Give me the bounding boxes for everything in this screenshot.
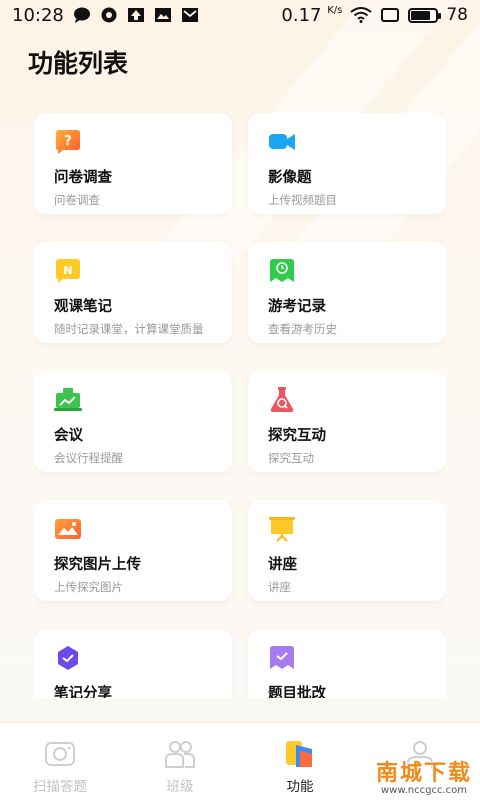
speed-unit: K/s xyxy=(327,4,343,16)
card-question-grading[interactable]: 题目批改 xyxy=(248,629,446,698)
status-time: 10:28 xyxy=(12,4,64,26)
image-icon xyxy=(55,519,81,539)
card-title: 会议 xyxy=(54,428,83,444)
video-camera-icon xyxy=(269,134,295,150)
speed-value: 0.17 xyxy=(281,4,322,26)
card-subtitle: 随时记录课堂，计算课堂质量 xyxy=(54,322,204,336)
page-title: 功能列表 xyxy=(28,49,129,78)
battery-icon xyxy=(408,7,442,23)
card-questionnaire[interactable]: ? 问卷调查 问卷调查 xyxy=(34,113,232,214)
function-grid: ? 问卷调查 问卷调查 影像题 上传视频题目 N 观课笔记 随时记录课堂，计算课… xyxy=(34,113,446,698)
battery-percent: 78 xyxy=(446,5,468,25)
chat-icon xyxy=(73,7,90,23)
card-video-question[interactable]: 影像题 上传视频题目 xyxy=(248,113,446,214)
card-subtitle: 探究互动 xyxy=(268,451,314,465)
status-bar: 10:28 0.17 K/s 78 xyxy=(0,0,480,30)
nav-item-class[interactable]: 班级 xyxy=(120,723,240,800)
card-notes-share[interactable]: 笔记分享 xyxy=(34,629,232,698)
nav-label: 功能 xyxy=(286,779,314,795)
card-title: 探究图片上传 xyxy=(54,557,141,573)
aperture-icon xyxy=(101,7,117,23)
card-title: 探究互动 xyxy=(268,428,326,444)
nav-item-scan-answer[interactable]: 扫描答题 xyxy=(0,723,120,800)
network-speed: 0.17 K/s xyxy=(281,5,342,26)
card-inquiry-image-upload[interactable]: 探究图片上传 上传探究图片 xyxy=(34,500,232,601)
image-notification-icon xyxy=(154,8,171,22)
card-subtitle: 查看游考历史 xyxy=(268,322,337,336)
card-title: 讲座 xyxy=(268,557,297,573)
card-title: 观课笔记 xyxy=(54,299,112,315)
watermark-url: www.nccgcc.com xyxy=(380,785,467,796)
svg-text:?: ? xyxy=(64,134,72,149)
card-title: 题目批改 xyxy=(268,686,326,698)
card-subtitle: 讲座 xyxy=(268,580,291,594)
presentation-board-icon xyxy=(269,517,295,542)
flask-icon xyxy=(270,387,294,412)
card-subtitle: 上传探究图片 xyxy=(54,580,123,594)
share-notes-icon xyxy=(58,646,78,670)
people-icon xyxy=(165,741,195,768)
watermark: 南城下载 www.nccgcc.com xyxy=(376,755,472,796)
nav-label: 班级 xyxy=(166,779,194,795)
nav-label: 扫描答题 xyxy=(33,779,87,795)
watermark-text: 南城下载 xyxy=(375,761,472,786)
meeting-icon xyxy=(54,388,82,411)
grading-icon xyxy=(270,646,294,669)
mail-icon xyxy=(181,8,198,22)
card-tour-record[interactable]: 游考记录 查看游考历史 xyxy=(248,242,446,343)
record-icon xyxy=(270,259,294,282)
nav-item-functions[interactable]: 功能 xyxy=(240,723,360,800)
card-lecture[interactable]: 讲座 讲座 xyxy=(248,500,446,601)
card-title: 游考记录 xyxy=(268,299,326,315)
upload-icon xyxy=(127,8,144,22)
card-subtitle: 上传视频题目 xyxy=(268,193,337,207)
screen-icon xyxy=(381,8,400,22)
notes-icon: N xyxy=(56,259,80,283)
card-meeting[interactable]: 会议 会议行程提醒 xyxy=(34,371,232,472)
card-inquiry-interaction[interactable]: 探究互动 探究互动 xyxy=(248,371,446,472)
card-subtitle: 问卷调查 xyxy=(54,193,100,207)
camera-scan-icon xyxy=(45,742,75,766)
functions-icon xyxy=(286,741,312,767)
card-subtitle: 会议行程提醒 xyxy=(54,451,123,465)
card-title: 问卷调查 xyxy=(54,170,112,186)
card-title: 影像题 xyxy=(268,170,312,186)
card-observation-notes[interactable]: N 观课笔记 随时记录课堂，计算课堂质量 xyxy=(34,242,232,343)
svg-text:N: N xyxy=(63,264,72,277)
wifi-icon xyxy=(350,7,372,23)
question-icon: ? xyxy=(56,130,80,154)
card-title: 笔记分享 xyxy=(54,686,112,698)
